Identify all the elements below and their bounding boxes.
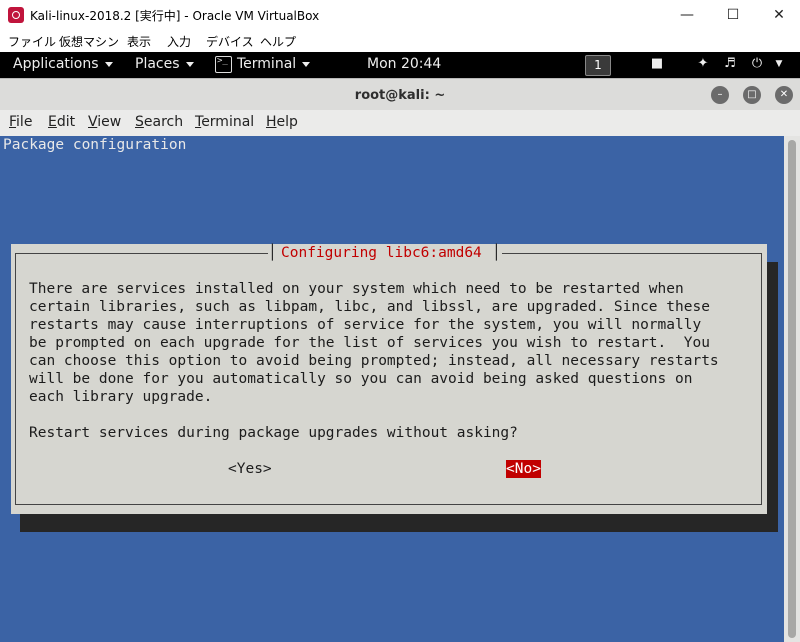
places-label: Places bbox=[135, 56, 180, 72]
terminal-menu-search[interactable]: Search bbox=[135, 114, 183, 130]
terminal-headerbar: root@kali: ~ – □ ✕ bbox=[0, 78, 800, 111]
chevron-down-icon[interactable]: ▼ bbox=[770, 55, 788, 73]
dialog-title-divider-right: │ bbox=[492, 245, 501, 261]
vbox-titlebar: Kali-linux-2018.2 [実行中] - Oracle VM Virt… bbox=[0, 0, 800, 30]
clock[interactable]: Mon 20:44 bbox=[367, 56, 441, 72]
dialog-question: Restart services during package upgrades… bbox=[29, 425, 518, 441]
vbox-window-title: Kali-linux-2018.2 [実行中] - Oracle VM Virt… bbox=[30, 9, 320, 23]
chevron-down-icon bbox=[104, 61, 113, 67]
minimize-button[interactable]: — bbox=[664, 0, 710, 30]
terminal-scrollbar-thumb[interactable] bbox=[788, 140, 796, 638]
menu-view-jp[interactable]: 表示 bbox=[127, 33, 151, 50]
close-button[interactable]: ✕ bbox=[756, 0, 800, 30]
no-button[interactable]: <No> bbox=[506, 460, 541, 478]
applications-menu[interactable]: Applications bbox=[13, 56, 113, 72]
network-icon[interactable]: ✦ bbox=[694, 55, 712, 73]
terminal-maximize-button[interactable]: □ bbox=[743, 86, 761, 104]
display-icon[interactable]: ■ bbox=[648, 55, 666, 73]
terminal-label: Terminal bbox=[237, 56, 297, 72]
gnome-top-bar: Applications Places Terminal Mon 20:44 bbox=[0, 52, 800, 78]
virtualbox-app-icon bbox=[8, 7, 24, 23]
yes-button[interactable]: <Yes> bbox=[228, 460, 272, 478]
menu-input-jp[interactable]: 入力 bbox=[167, 33, 191, 50]
terminal-title: root@kali: ~ bbox=[354, 88, 446, 103]
volume-icon[interactable]: ♬ bbox=[721, 55, 739, 73]
menu-machine-jp[interactable]: 仮想マシン bbox=[59, 33, 119, 50]
menu-devices-jp[interactable]: デバイス bbox=[206, 33, 254, 50]
terminal-icon bbox=[215, 56, 232, 73]
terminal-menu-file[interactable]: File bbox=[9, 114, 32, 130]
terminal-app-menu[interactable]: Terminal bbox=[237, 56, 311, 72]
applications-label: Applications bbox=[13, 56, 99, 72]
chevron-down-icon bbox=[302, 61, 311, 67]
dialog-title: Configuring libc6:amd64 bbox=[281, 245, 482, 261]
package-configuration-header: Package configuration bbox=[3, 137, 187, 153]
places-menu[interactable]: Places bbox=[135, 56, 194, 72]
power-icon[interactable]: ⏻ bbox=[748, 55, 766, 73]
maximize-button[interactable]: ☐ bbox=[710, 0, 756, 30]
dialog-title-divider-left: │ bbox=[268, 245, 277, 261]
terminal-close-button[interactable]: ✕ bbox=[775, 86, 793, 104]
vbox-menubar: ファイル 仮想マシン 表示 入力 デバイス ヘルプ bbox=[0, 30, 800, 52]
chevron-down-icon bbox=[185, 61, 194, 67]
terminal-menu-edit[interactable]: Edit bbox=[48, 114, 75, 130]
terminal-menubar: File Edit View Search Terminal Help bbox=[0, 110, 800, 136]
terminal-minimize-button[interactable]: – bbox=[711, 86, 729, 104]
terminal-menu-view[interactable]: View bbox=[88, 114, 121, 130]
terminal-menu-help[interactable]: Help bbox=[266, 114, 298, 130]
dialog-body-text: There are services installed on your sys… bbox=[29, 281, 719, 405]
workspace-indicator[interactable]: 1 bbox=[585, 55, 611, 76]
menu-help-jp[interactable]: ヘルプ bbox=[260, 33, 296, 50]
menu-file-jp[interactable]: ファイル bbox=[8, 33, 56, 50]
terminal-menu-terminal[interactable]: Terminal bbox=[195, 114, 254, 130]
